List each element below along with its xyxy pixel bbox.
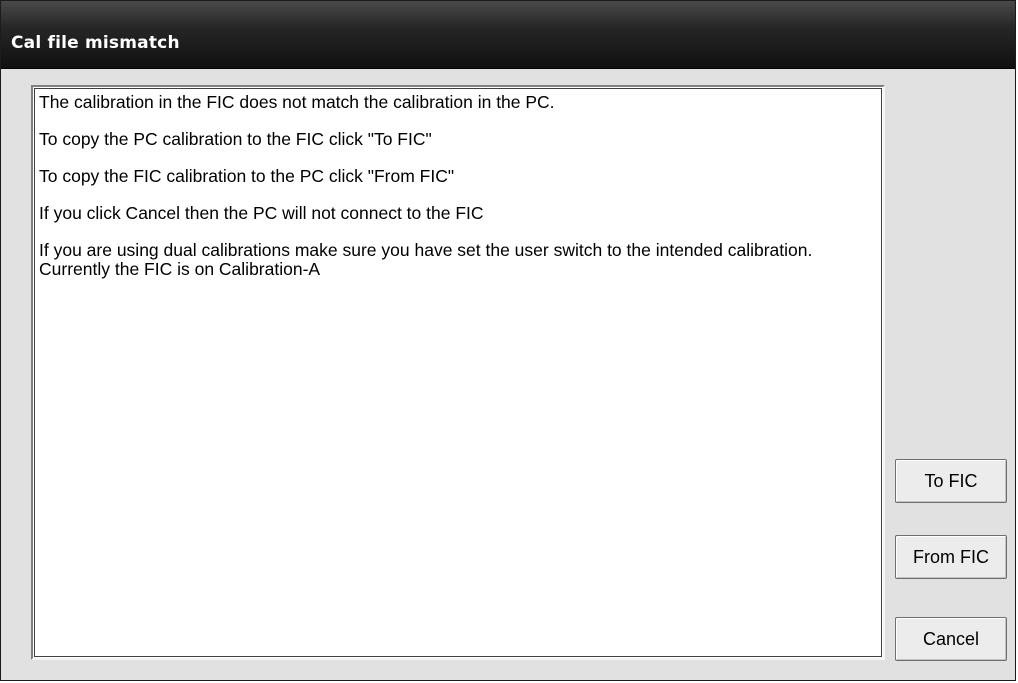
message-line-cancel: If you click Cancel then the PC will not… xyxy=(39,203,484,223)
message-line-mismatch: The calibration in the FIC does not matc… xyxy=(39,92,555,112)
dialog-window: Cal file mismatch The calibration in the… xyxy=(0,0,1016,681)
to-fic-button[interactable]: To FIC xyxy=(895,459,1007,503)
message-line-current-calibration: Currently the FIC is on Calibration-A xyxy=(39,259,321,279)
message-text-area[interactable]: The calibration in the FIC does not matc… xyxy=(31,85,885,660)
window-title: Cal file mismatch xyxy=(11,33,180,53)
title-bar[interactable]: Cal file mismatch xyxy=(1,1,1015,69)
from-fic-button[interactable]: From FIC xyxy=(895,535,1007,579)
message-line-dual-calibrations: If you are using dual calibrations make … xyxy=(39,240,813,260)
message-content: The calibration in the FIC does not matc… xyxy=(39,93,877,652)
message-line-to-fic: To copy the PC calibration to the FIC cl… xyxy=(39,129,432,149)
cancel-button[interactable]: Cancel xyxy=(895,617,1007,661)
dialog-client-area: The calibration in the FIC does not matc… xyxy=(7,75,1011,676)
message-line-from-fic: To copy the FIC calibration to the PC cl… xyxy=(39,166,455,186)
